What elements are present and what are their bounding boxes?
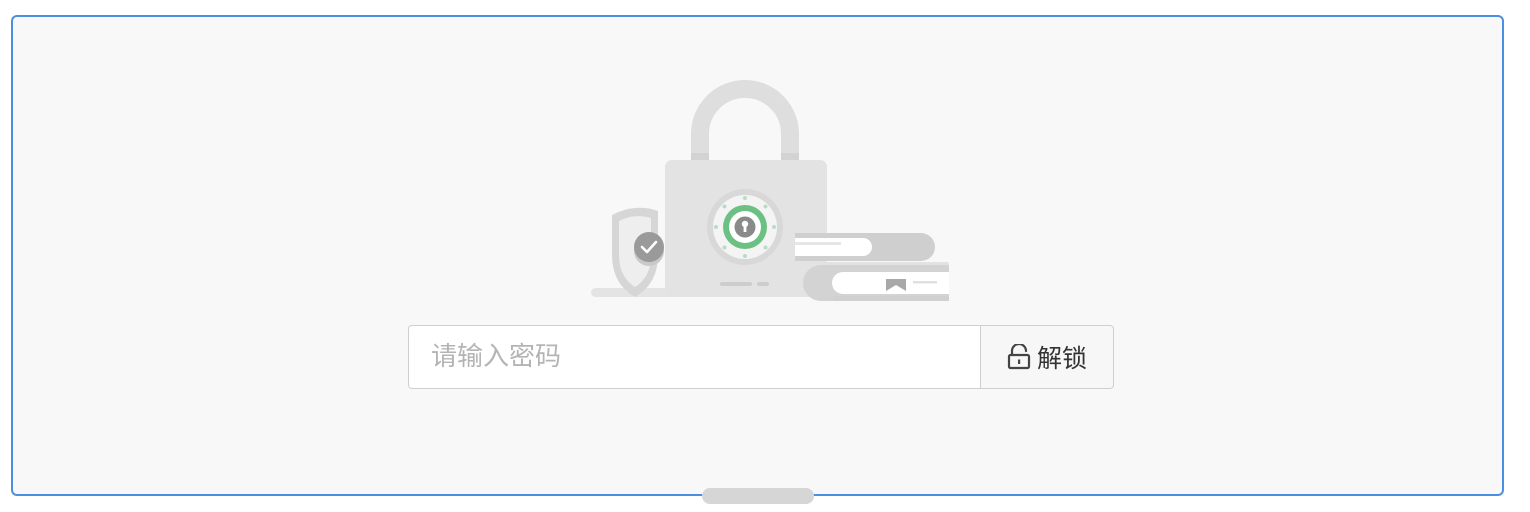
resize-handle[interactable] [702,488,814,504]
password-input[interactable] [408,325,980,389]
unlock-button[interactable]: 解锁 [980,325,1114,389]
unlock-form: 解锁 [408,325,1114,389]
lock-panel: 解锁 [11,15,1504,496]
lock-illustration-icon [591,80,949,301]
unlock-icon [1007,344,1031,370]
unlock-button-label: 解锁 [1036,344,1087,373]
